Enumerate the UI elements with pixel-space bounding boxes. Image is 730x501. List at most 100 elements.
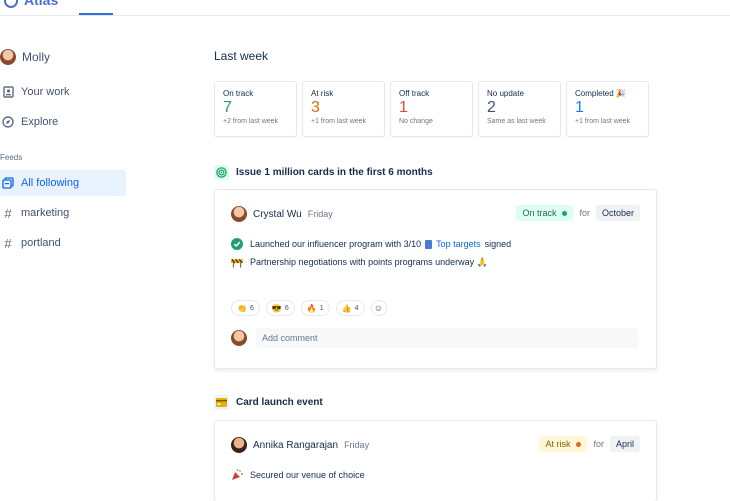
update-status: At risk for April (539, 436, 640, 452)
summary-title: Last week (214, 49, 269, 63)
stat-change: Same as last week (487, 118, 546, 125)
goal-title: Card launch event (236, 397, 323, 408)
update-line: Partnership negotiations with points pro… (231, 256, 488, 268)
update-text: Secured our venue of choice (250, 470, 365, 480)
status-label: At risk (545, 439, 571, 449)
author-name[interactable]: Annika Rangarajan (253, 440, 338, 451)
update-status: On track for October (516, 205, 640, 221)
stat-value: 1 (575, 99, 584, 116)
avatar (231, 330, 247, 346)
reaction-thumbs-up[interactable]: 👍 4 (335, 300, 365, 316)
add-reaction-icon[interactable]: ☺ (370, 300, 387, 316)
stat-label: Completed 🎉 (575, 89, 626, 98)
avatar[interactable] (231, 437, 247, 453)
credit-card-icon (214, 395, 229, 410)
stat-change: +1 from last week (311, 118, 367, 125)
status-period: April (609, 436, 640, 452)
stat-label: Off track (399, 89, 430, 98)
stat-value: 1 (399, 99, 408, 116)
reaction-count: 6 (284, 304, 289, 312)
update-line: Secured our venue of choice (231, 469, 365, 481)
update-card: Annika Rangarajan Friday At risk for Apr… (214, 420, 657, 501)
update-line: Launched our influencer program with 3/1… (231, 238, 511, 250)
stat-value: 7 (223, 99, 232, 116)
reaction-fire[interactable]: 🔥 1 (300, 300, 330, 316)
stat-at-risk[interactable]: At risk 3 +1 from last week (302, 81, 385, 137)
reaction-cool[interactable]: 😎 6 (265, 300, 295, 316)
stat-change: No change (399, 118, 433, 125)
status-dot-icon (576, 441, 582, 447)
status-badge: At risk (539, 436, 588, 452)
target-icon (214, 165, 229, 180)
avatar[interactable] (231, 206, 247, 222)
hash-icon: # (4, 205, 12, 221)
update-header: Crystal Wu Friday (231, 206, 333, 222)
update-text: signed (484, 239, 512, 249)
hash-icon: # (4, 235, 12, 251)
stat-value: 3 (311, 99, 320, 116)
app-logo[interactable]: Atlas (4, 0, 58, 9)
comment-row: Add comment (231, 328, 638, 348)
reaction-emoji: 👍 (341, 303, 352, 313)
stat-completed[interactable]: Completed 🎉 1 +1 from last week (566, 81, 649, 137)
stat-off-track[interactable]: Off track 1 No change (390, 81, 473, 137)
document-icon (425, 239, 433, 249)
stat-label: At risk (311, 89, 334, 98)
sidebar-item-your-work[interactable]: Your work (0, 79, 126, 105)
update-card: Crystal Wu Friday On track for October L… (214, 189, 657, 369)
reaction-count: 4 (354, 304, 359, 312)
sidebar-item-label: marketing (21, 207, 70, 219)
top-bar: Atlas (0, 0, 730, 16)
link-label: Top targets (436, 239, 481, 249)
sidebar-item-label: Explore (21, 116, 59, 128)
goal-title: Issue 1 million cards in the first 6 mon… (236, 167, 433, 178)
update-text: Partnership negotiations with points pro… (250, 256, 488, 267)
status-badge: On track (516, 205, 574, 221)
goal-header[interactable]: Card launch event (214, 395, 323, 410)
status-period: October (595, 205, 640, 221)
update-header: Annika Rangarajan Friday (231, 437, 369, 453)
avatar (0, 49, 16, 65)
update-text: Launched our influencer program with 3/1… (250, 239, 422, 249)
author-name[interactable]: Crystal Wu (253, 209, 302, 220)
reactions-bar: 👏 6 😎 6 🔥 1 👍 4 ☺ (231, 300, 387, 316)
user-name: Molly (22, 50, 51, 64)
goal-header[interactable]: Issue 1 million cards in the first 6 mon… (214, 165, 433, 180)
reaction-emoji: 😎 (271, 303, 282, 313)
stat-label: On track (223, 89, 254, 98)
status-for-label: for (593, 439, 604, 449)
feeds-heading: Feeds (0, 153, 23, 162)
status-for-label: for (579, 208, 590, 218)
sidebar-item-explore[interactable]: Explore (0, 109, 126, 135)
top-targets-link[interactable]: Top targets (425, 239, 481, 249)
party-popper-icon (231, 469, 243, 481)
sidebar-item-all-following[interactable]: All following (0, 170, 126, 196)
sidebar-item-label: Your work (21, 86, 70, 98)
your-work-icon (1, 85, 15, 99)
reaction-count: 1 (319, 304, 324, 312)
stat-label: No update (487, 89, 524, 98)
stat-value: 2 (487, 99, 496, 116)
sidebar: Molly Your work Explore Feeds All follow… (0, 15, 126, 480)
stat-on-track[interactable]: On track 7 +2 from last week (214, 81, 297, 137)
update-day: Friday (307, 209, 333, 219)
sidebar-item-label: All following (21, 177, 80, 189)
stat-change: +1 from last week (575, 118, 631, 125)
status-dot-icon (562, 210, 568, 216)
reaction-clap[interactable]: 👏 6 (231, 300, 260, 316)
comment-input[interactable]: Add comment (256, 328, 638, 348)
construction-icon (231, 256, 243, 268)
reaction-emoji: 👏 (237, 303, 247, 313)
sidebar-item-portland[interactable]: # portland (0, 230, 126, 256)
sidebar-user[interactable]: Molly (0, 49, 50, 65)
stat-no-update[interactable]: No update 2 Same as last week (478, 81, 561, 137)
reaction-emoji: 🔥 (306, 303, 317, 313)
atlas-logo-icon (4, 0, 18, 9)
update-day: Friday (344, 440, 370, 450)
stacked-cards-icon (1, 176, 15, 190)
reaction-count: 6 (249, 304, 254, 312)
status-label: On track (522, 208, 557, 218)
compass-icon (1, 115, 15, 129)
sidebar-item-marketing[interactable]: # marketing (0, 200, 126, 226)
status-summary: On track 7 +2 from last week At risk 3 +… (214, 81, 649, 137)
